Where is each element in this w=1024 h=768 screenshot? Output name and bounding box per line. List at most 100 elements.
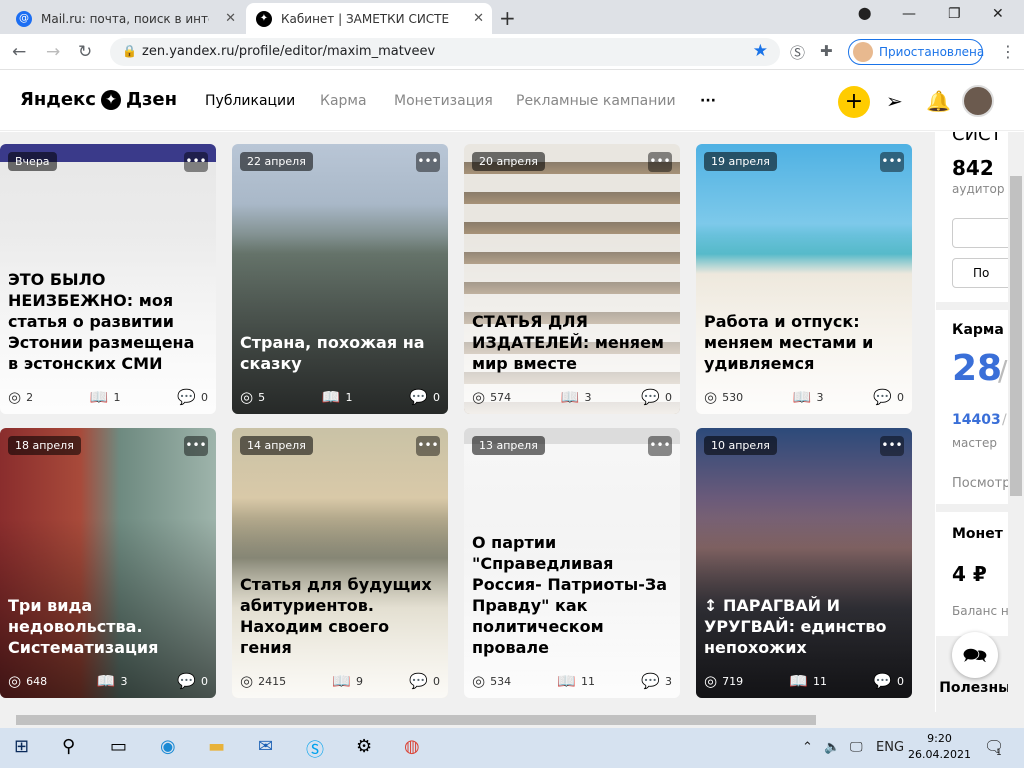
- card-menu-icon[interactable]: •••: [880, 436, 904, 456]
- publication-card[interactable]: 14 апреля ••• Статья для будущих абитури…: [232, 428, 448, 698]
- card-menu-icon[interactable]: •••: [880, 152, 904, 172]
- views-icon: ◎: [8, 672, 22, 690]
- close-window-icon[interactable]: ✕: [992, 6, 1004, 22]
- card-menu-icon[interactable]: •••: [184, 436, 208, 456]
- profile-button[interactable]: Приостановлена: [848, 39, 984, 65]
- master-value: 14403: [952, 412, 1001, 428]
- reads-book-icon: 📖: [96, 672, 116, 690]
- minimize-icon[interactable]: —: [902, 6, 916, 22]
- monetization-value: 4 ₽: [952, 562, 987, 586]
- publications-grid: Вчера ••• ЭТО БЫЛО НЕИЗБЕЖНО: моя статья…: [0, 132, 935, 712]
- search-icon[interactable]: ⚲: [62, 736, 75, 757]
- comments-icon: 💬: [641, 388, 660, 406]
- reload-icon[interactable]: ↻: [78, 42, 92, 62]
- restore-icon[interactable]: ❐: [948, 6, 961, 22]
- card-date: 14 апреля: [240, 436, 313, 455]
- publication-card[interactable]: 22 апреля ••• Страна, похожая на сказку …: [232, 144, 448, 414]
- karma-sep: /: [998, 354, 1008, 387]
- mail-icon[interactable]: ✉: [258, 736, 273, 757]
- card-menu-icon[interactable]: •••: [416, 152, 440, 172]
- url-text: zen.yandex.ru/profile/editor/maxim_matve…: [142, 44, 436, 59]
- nav-ad-campaigns[interactable]: Рекламные кампании: [516, 93, 676, 109]
- comments-icon: 💬: [177, 388, 196, 406]
- create-plus-button[interactable]: +: [838, 86, 870, 118]
- zen-header: Яндекс ✦ Дзен Публикации Карма Монетизац…: [0, 71, 1024, 131]
- forward-icon[interactable]: →: [46, 42, 60, 62]
- reads-book-icon: 📖: [557, 672, 577, 690]
- card-title: Страна, похожая на сказку: [240, 333, 425, 373]
- publication-card[interactable]: Вчера ••• ЭТО БЫЛО НЕИЗБЕЖНО: моя статья…: [0, 144, 216, 414]
- new-tab-button[interactable]: +: [499, 6, 516, 30]
- chat-bubbles-icon[interactable]: 🗪: [952, 632, 998, 678]
- scrollbar-thumb[interactable]: [1010, 176, 1022, 496]
- vertical-scrollbar[interactable]: [1008, 132, 1024, 712]
- scrollbar-thumb[interactable]: [16, 715, 816, 725]
- card-menu-icon[interactable]: •••: [184, 152, 208, 172]
- edge-icon[interactable]: ◉: [160, 736, 176, 757]
- zen-logo[interactable]: Яндекс ✦ Дзен: [20, 89, 177, 110]
- card-date: Вчера: [8, 152, 57, 171]
- card-title: Работа и отпуск: меняем местами и удивля…: [704, 312, 874, 373]
- views-icon: ◎: [8, 388, 22, 406]
- mailru-icon: @: [16, 10, 32, 27]
- close-icon[interactable]: ✕: [225, 11, 236, 26]
- card-title: О партии "Справедливая Россия- Патриоты-…: [472, 533, 668, 657]
- publication-card[interactable]: 13 апреля ••• О партии "Справедливая Рос…: [464, 428, 680, 698]
- nav-monetization[interactable]: Монетизация: [394, 93, 493, 109]
- user-avatar[interactable]: [962, 85, 994, 117]
- send-icon[interactable]: ➢: [886, 89, 903, 113]
- chevron-up-icon[interactable]: ⌃: [802, 740, 813, 755]
- card-stats: ◎ 5 📖 1 💬 0: [240, 388, 440, 406]
- browser-menu-icon[interactable]: ⋮: [1000, 42, 1016, 61]
- card-stats: ◎ 530 📖 3 💬 0: [704, 388, 904, 406]
- toolbar: ← → ↻ 🔒 zen.yandex.ru/profile/editor/max…: [0, 34, 1024, 70]
- address-bar[interactable]: 🔒 zen.yandex.ru/profile/editor/maxim_mat…: [110, 38, 780, 66]
- publication-card[interactable]: 19 апреля ••• Работа и отпуск: меняем ме…: [696, 144, 912, 414]
- tab-title: Кабинет | ЗАМЕТКИ СИСТЕМАТИ: [281, 11, 449, 26]
- card-menu-icon[interactable]: •••: [416, 436, 440, 456]
- comments-icon: 💬: [409, 388, 428, 406]
- extensions-puzzle-icon[interactable]: ✚: [820, 42, 833, 60]
- card-menu-icon[interactable]: •••: [648, 436, 672, 456]
- file-explorer-icon[interactable]: ▬: [208, 736, 225, 757]
- view-karma-link[interactable]: Посмотр: [952, 476, 1010, 491]
- karma-value: 28: [952, 348, 1003, 389]
- lock-icon[interactable]: 🔒: [122, 44, 137, 58]
- notification-count: 1: [996, 748, 1002, 758]
- skype-icon[interactable]: Ⓢ: [306, 736, 324, 762]
- language-indicator[interactable]: ENG: [876, 740, 904, 755]
- skype-extension-icon[interactable]: Ⓢ: [790, 42, 805, 63]
- publication-card[interactable]: 10 апреля ••• ↕ ПАРАГВАЙ И УРУГВАЙ: един…: [696, 428, 912, 698]
- clock[interactable]: 9:20 26.04.2021: [908, 731, 971, 763]
- monetization-label: Монет: [952, 526, 1003, 542]
- reads-book-icon: 📖: [560, 388, 580, 406]
- bell-icon[interactable]: 🔔: [926, 89, 951, 113]
- channel-name-cut: СИСТ: [952, 132, 1002, 145]
- close-icon[interactable]: ✕: [473, 11, 484, 26]
- views-icon: ◎: [472, 388, 486, 406]
- settings-gear-icon[interactable]: ⚙: [356, 736, 372, 757]
- nav-more-icon[interactable]: ···: [700, 93, 716, 109]
- views-icon: ◎: [240, 388, 254, 406]
- card-stats: ◎ 574 📖 3 💬 0: [472, 388, 672, 406]
- chrome-icon[interactable]: ◍: [404, 736, 420, 757]
- bookmark-star-icon[interactable]: ★: [753, 41, 768, 61]
- nav-karma[interactable]: Карма: [320, 93, 367, 109]
- views-icon: ◎: [240, 672, 254, 690]
- volume-icon[interactable]: 🔈: [824, 740, 840, 755]
- publication-card[interactable]: 18 апреля ••• Три вида недовольства. Сис…: [0, 428, 216, 698]
- tab-search-icon[interactable]: ⬤: [858, 6, 871, 20]
- card-menu-icon[interactable]: •••: [648, 152, 672, 172]
- card-title: Три вида недовольства. Систематизация: [8, 596, 159, 657]
- windows-start-icon[interactable]: ⊞: [14, 736, 29, 757]
- nav-publications[interactable]: Публикации: [205, 93, 295, 109]
- horizontal-scrollbar[interactable]: [0, 712, 1024, 728]
- network-icon[interactable]: 🖵: [850, 740, 863, 755]
- comments-icon: 💬: [873, 672, 892, 690]
- views-icon: ◎: [704, 672, 718, 690]
- back-icon[interactable]: ←: [12, 42, 26, 62]
- task-view-icon[interactable]: ▭: [110, 736, 127, 757]
- tab-mail[interactable]: @ Mail.ru: почта, поиск в интернете ✕: [6, 3, 244, 34]
- tab-zen[interactable]: ✦ Кабинет | ЗАМЕТКИ СИСТЕМАТИ ✕: [246, 3, 492, 34]
- publication-card[interactable]: 20 апреля ••• СТАТЬЯ ДЛЯ ИЗДАТЕЛЕЙ: меня…: [464, 144, 680, 414]
